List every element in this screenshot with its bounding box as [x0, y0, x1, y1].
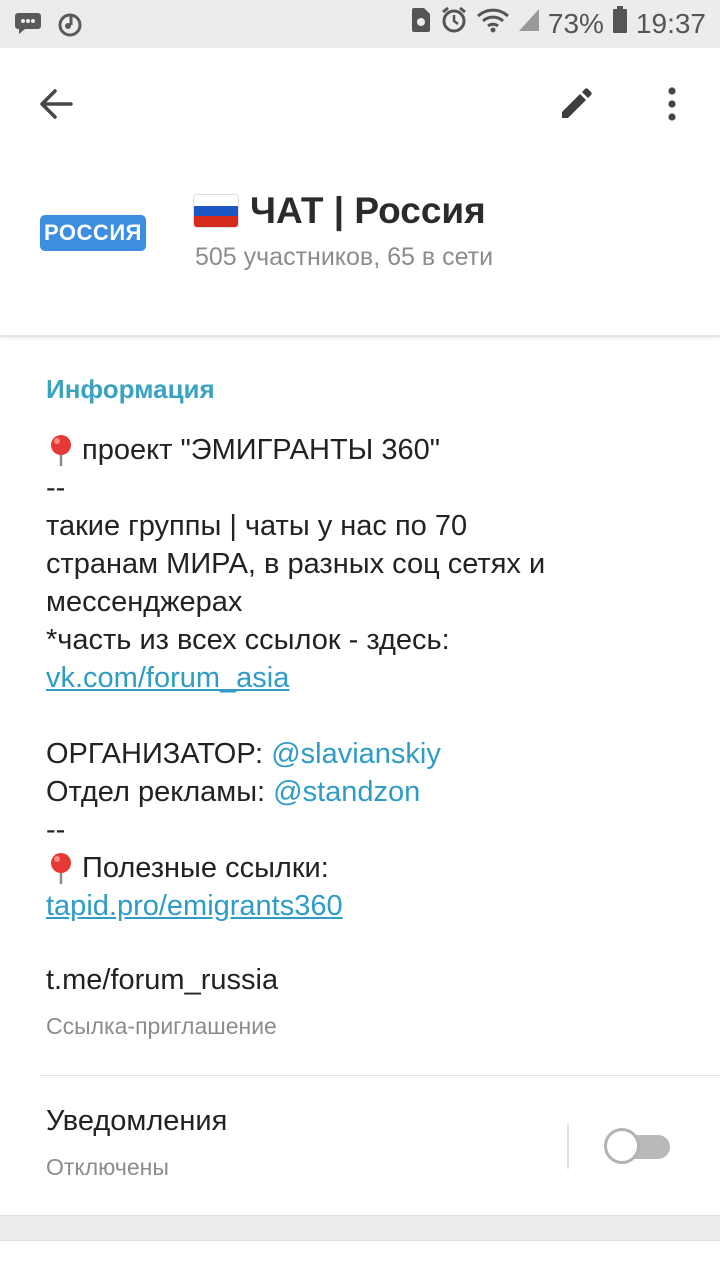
edit-button[interactable]: [548, 78, 604, 134]
invite-link[interactable]: t.me/forum_russia: [46, 964, 278, 997]
organizer-label: ОРГАНИЗАТОР:: [46, 738, 272, 770]
russia-flag-icon: [194, 195, 238, 227]
signal-icon: [518, 7, 540, 40]
avatar[interactable]: РОССИЯ: [40, 215, 146, 251]
arrow-left-icon: [39, 88, 73, 124]
info-heading: Информация: [46, 374, 215, 404]
alarm-icon: [440, 6, 468, 41]
toggle-knob: [604, 1128, 640, 1164]
useful-links-label: Полезные ссылки:: [82, 852, 329, 884]
description-line: мессенджерах: [46, 586, 243, 618]
clock: 19:37: [635, 7, 706, 39]
separator-text: --: [46, 814, 66, 846]
wifi-icon: [476, 7, 510, 40]
chat-header: РОССИЯ ЧАТ | Россия 505 участников, 65 в…: [0, 160, 720, 337]
music-note-icon: [58, 10, 84, 43]
notifications-status: Отключены: [46, 1154, 169, 1180]
description-line: проект "ЭМИГРАНТЫ 360": [82, 434, 441, 466]
invite-link-row[interactable]: t.me/forum_russia Ссылка-приглашение: [46, 964, 278, 1040]
description-line: такие группы | чаты у нас по 70: [46, 510, 468, 542]
more-options-button[interactable]: [644, 78, 700, 134]
storage-icon: [410, 7, 432, 40]
description-line: странам МИРА, в разных соц сетях и: [46, 548, 546, 580]
vk-link[interactable]: vk.com/forum_asia: [46, 662, 289, 694]
notifications-toggle[interactable]: [604, 1128, 672, 1164]
section-divider: [0, 1215, 720, 1241]
pushpin-icon: [46, 852, 76, 886]
info-section: Информация проект "ЭМИГРАНТЫ 360" -- так…: [46, 374, 686, 925]
member-count: 505 участников, 65 в сети: [195, 243, 494, 271]
chat-title: ЧАТ | Россия: [250, 190, 486, 231]
more-vertical-icon: [667, 86, 677, 127]
ads-mention[interactable]: @standzon: [273, 776, 420, 808]
chat-bubble-icon: [14, 10, 42, 43]
battery-icon: [612, 6, 628, 41]
ads-label: Отдел рекламы:: [46, 776, 274, 808]
status-bar: 73% 19:37: [0, 0, 720, 48]
divider: [40, 1075, 720, 1076]
organizer-mention[interactable]: @slavianskiy: [271, 738, 441, 770]
notifications-row[interactable]: Уведомления Отключены: [46, 1105, 227, 1181]
description-line: *часть из всех ссылок - здесь:: [46, 624, 450, 656]
notifications-label: Уведомления: [46, 1105, 228, 1137]
pushpin-icon: [46, 434, 76, 468]
pencil-icon: [559, 87, 593, 126]
description: проект "ЭМИГРАНТЫ 360" -- такие группы |…: [46, 431, 686, 925]
toolbar: [0, 48, 720, 160]
vertical-divider: [567, 1123, 569, 1169]
separator-text: --: [46, 472, 66, 504]
back-button[interactable]: [28, 78, 84, 134]
tapid-link[interactable]: tapid.pro/emigrants360: [46, 890, 343, 922]
battery-percent: 73%: [547, 7, 604, 39]
invite-link-label: Ссылка-приглашение: [46, 1013, 277, 1039]
